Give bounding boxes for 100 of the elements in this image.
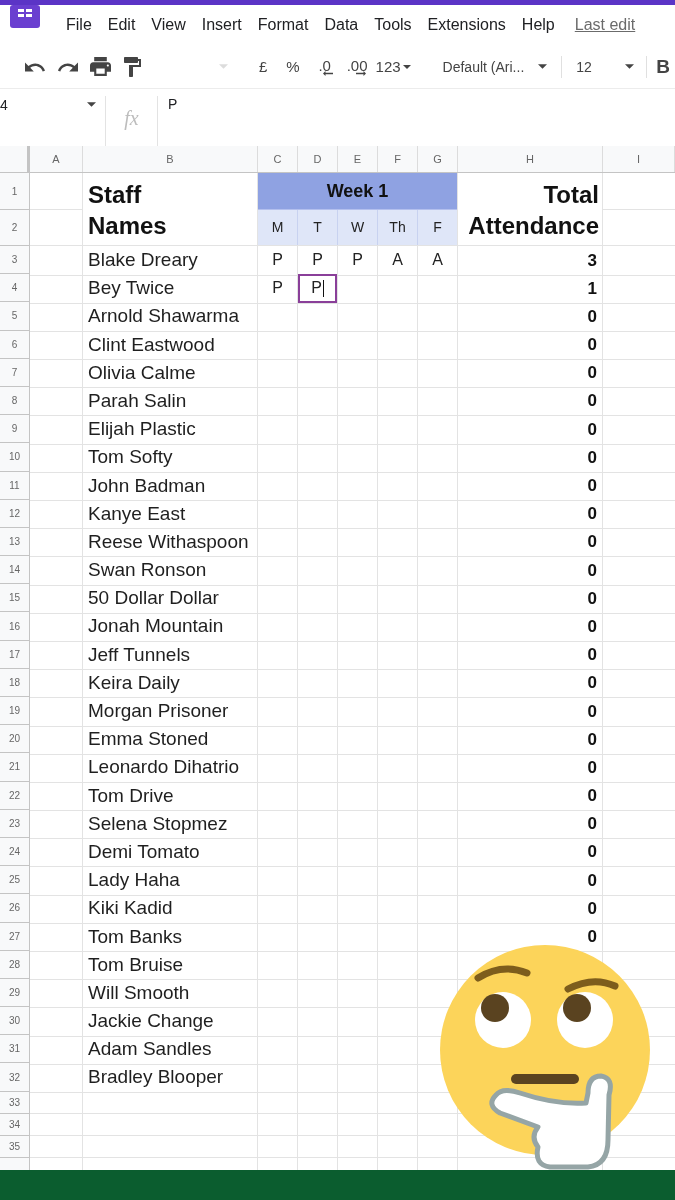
row-number[interactable]: 19	[0, 697, 30, 726]
decrease-decimal-button[interactable]: .0	[316, 57, 333, 76]
table-cell-text: P	[271, 278, 284, 299]
row-number[interactable]: 10	[0, 443, 30, 472]
row-number[interactable]: 13	[0, 527, 30, 557]
caret-icon[interactable]	[87, 102, 96, 107]
row-number[interactable]: 29	[0, 978, 30, 1008]
bold-button[interactable]: B	[656, 57, 670, 76]
number-format-button[interactable]: 123	[375, 59, 411, 74]
total-cell-text: 3	[586, 249, 598, 272]
formula-value: P	[168, 97, 178, 111]
row-number[interactable]: 24	[0, 837, 30, 867]
total-cell-text: 0	[586, 728, 598, 751]
row-number[interactable]: 27	[0, 922, 30, 951]
total-cell-text: 0	[586, 644, 598, 667]
row-number[interactable]: 2	[0, 210, 30, 246]
row-number[interactable]: 20	[0, 725, 30, 754]
day-header: W	[338, 210, 377, 245]
row-number[interactable]: 15	[0, 584, 30, 613]
row-number[interactable]: 21	[0, 753, 30, 782]
column-header[interactable]: A	[30, 146, 83, 172]
row-number[interactable]: 22	[0, 781, 30, 810]
row-number[interactable]: 5	[0, 302, 30, 331]
total-cell-text: 0	[586, 672, 598, 695]
row-number[interactable]: 6	[0, 330, 30, 359]
menu-item[interactable]: Help	[521, 17, 555, 33]
total-cell-text: 0	[586, 926, 598, 948]
row-number[interactable]: 18	[0, 668, 30, 697]
column-header[interactable]: B	[83, 146, 258, 172]
paint-roller-icon[interactable]	[124, 56, 141, 77]
column-header[interactable]: H	[458, 146, 603, 172]
row-number[interactable]: 14	[0, 556, 30, 585]
row-number[interactable]: 9	[0, 415, 30, 444]
name-cell-text: Tom Softy	[87, 445, 174, 470]
column-header[interactable]: C	[258, 146, 298, 172]
name-cell-text: Emma Stoned	[87, 727, 210, 752]
font-size-dropdown[interactable]: 12	[576, 59, 635, 74]
row-number[interactable]: 32	[0, 1063, 30, 1092]
font-dropdown[interactable]: Default (Ari...	[442, 59, 548, 74]
row-number[interactable]: 31	[0, 1035, 30, 1064]
right-arrow-icon	[356, 70, 367, 76]
total-cell-text: 0	[586, 897, 598, 920]
menu-item[interactable]: Edit	[107, 17, 136, 33]
menu-item[interactable]: Format	[257, 17, 309, 33]
row-number[interactable]: 33	[0, 1091, 30, 1114]
day-header: F	[418, 210, 457, 245]
caret-icon	[402, 64, 411, 69]
row-number[interactable]: 35	[0, 1135, 30, 1158]
row-number[interactable]: 7	[0, 358, 30, 387]
menu-item[interactable]: Data	[324, 17, 359, 33]
row-number[interactable]: 8	[0, 386, 30, 416]
week-header: Week 1	[258, 173, 457, 209]
name-cell-text: Clint Eastwood	[87, 332, 216, 357]
menu-item[interactable]: Extensions	[427, 17, 506, 33]
last-edit-link[interactable]: Last edit	[574, 13, 636, 37]
undo-icon[interactable]	[25, 61, 45, 72]
total-cell-text: 0	[586, 531, 598, 554]
column-heading: Total Attendance	[467, 180, 599, 241]
caret-icon	[538, 64, 548, 69]
row-number[interactable]: 12	[0, 499, 30, 528]
row-number[interactable]: 23	[0, 809, 30, 838]
row-number[interactable]: 25	[0, 866, 30, 895]
menu-item[interactable]: File	[66, 17, 92, 33]
increase-decimal-button[interactable]: .00	[346, 57, 368, 76]
name-cell-text: John Badman	[87, 473, 207, 498]
currency-button[interactable]: £	[259, 59, 268, 74]
total-cell-text: 0	[586, 334, 598, 357]
row-number[interactable]: 34	[0, 1113, 30, 1136]
row-number[interactable]: 4	[0, 274, 30, 303]
name-cell-text: Parah Salin	[87, 388, 188, 413]
menu-item[interactable]: View	[151, 17, 186, 33]
name-cell-text: Swan Ronson	[87, 558, 208, 583]
row-number[interactable]: 26	[0, 894, 30, 923]
menu-item[interactable]: Insert	[201, 17, 242, 33]
row-number[interactable]: 16	[0, 612, 30, 641]
name-cell-text: Arnold Shawarma	[87, 304, 241, 329]
total-cell-text: 0	[586, 559, 598, 582]
column-header[interactable]: G	[418, 146, 458, 172]
column-header[interactable]: F	[378, 146, 418, 172]
name-cell-text: Tom Bruise	[87, 952, 185, 977]
table-cell-text: A	[431, 250, 444, 271]
row-number[interactable]: 1	[0, 173, 30, 210]
row-number[interactable]: 3	[0, 246, 30, 275]
table-cell-text: P	[351, 250, 364, 271]
row-number[interactable]: 28	[0, 950, 30, 979]
active-cell[interactable]: P	[298, 274, 337, 303]
redo-icon[interactable]	[58, 61, 78, 72]
text-cursor	[322, 279, 324, 297]
row-number[interactable]: 30	[0, 1007, 30, 1036]
print-icon[interactable]	[90, 57, 111, 76]
column-header[interactable]: I	[603, 146, 675, 172]
menu-item[interactable]: Tools	[374, 17, 412, 33]
name-cell-text: Tom Banks	[87, 924, 183, 949]
column-header[interactable]: D	[298, 146, 338, 172]
row-number[interactable]: 17	[0, 640, 30, 669]
app-logo-icon[interactable]	[10, 5, 40, 28]
column-header[interactable]: E	[338, 146, 378, 172]
row-number[interactable]: 11	[0, 471, 30, 500]
total-cell-text: 0	[586, 785, 598, 808]
percent-button[interactable]: %	[286, 59, 300, 74]
